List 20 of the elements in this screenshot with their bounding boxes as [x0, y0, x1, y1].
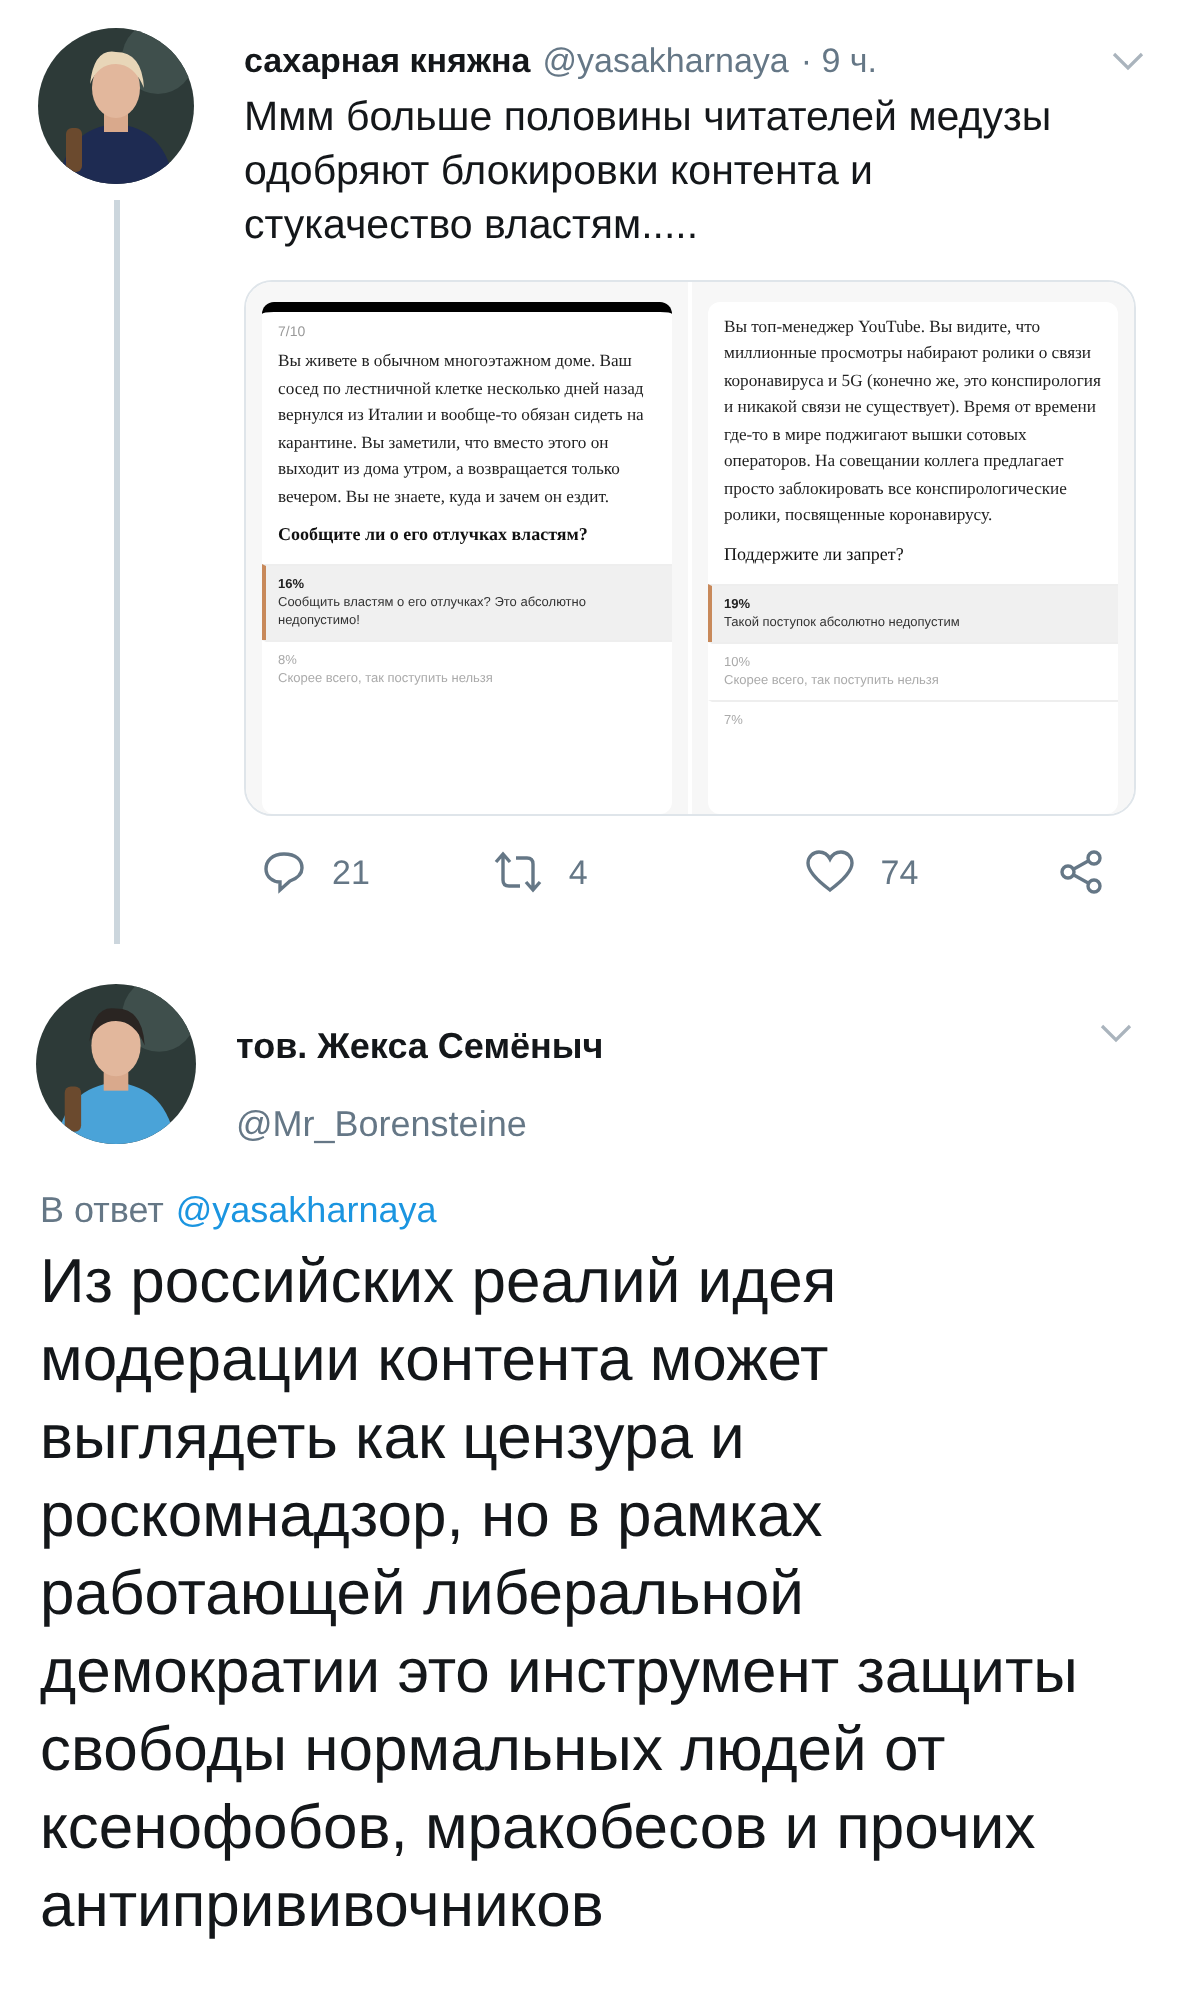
question-prompt: Поддержите ли запрет? [722, 541, 906, 567]
action-count: 4 [568, 851, 588, 895]
reply-label: В ответ [40, 1188, 164, 1234]
action-count: 74 [880, 851, 919, 895]
author-handle[interactable]: @yasakharnaya [542, 36, 789, 87]
tweet-text: Ммм больше половины читателей медузы одобряют блокировки контента и стукачество властям..... [244, 91, 1054, 251]
author-handle[interactable]: @Mr_Borensteine [236, 1098, 1100, 1152]
mention-link[interactable]: @yasakharnaya [175, 1184, 437, 1238]
action-count: 21 [332, 851, 370, 895]
tweet-time: · 9 ч. [800, 40, 878, 84]
author-name: тов. Жекса Семёныч [236, 1024, 606, 1070]
question-prompt: Сообщите ли о его отлучках властям? [276, 522, 590, 548]
question-text: Вы живете в обычном многоэтажном доме. Ваш сосед по лестничной клетке несколько дней назад вернулся из Италии и вообще-то обязан сидеть на карантине. Вы заметили, что вместо этого он выходит из дома утром, а возвращается только вечером. Вы не знаете, куда и зачем он ездит. [276, 348, 646, 510]
retweet-icon[interactable] [492, 850, 545, 895]
author-name: сахарная княжна [244, 40, 531, 84]
speech-bubble-icon[interactable] [260, 848, 308, 897]
heart-icon[interactable] [804, 848, 857, 897]
share-icon[interactable] [1057, 848, 1106, 897]
reply-text: Из российских реалий идея модерации контента может выглядеть как цензура и роскомнадзор, но в рамках работающей либеральной демократии это инструмент защиты свободы нормальных людей от ксенофобов, мракобесов и прочих антипрививочников [40, 1244, 1080, 1944]
question-text: Вы топ-менеджер YouTube. Вы видите, что миллионные просмотры набирают ролики о связи коронавируса и 5G (конечно же, это конспирология и никакой связи не существует). Время от времени где-то в мире поджигают вышки сотовых операторов. На совещании коллега предлагает просто заблокировать все конспирологические ролики, посвященные коронавирусу. [722, 313, 1103, 528]
